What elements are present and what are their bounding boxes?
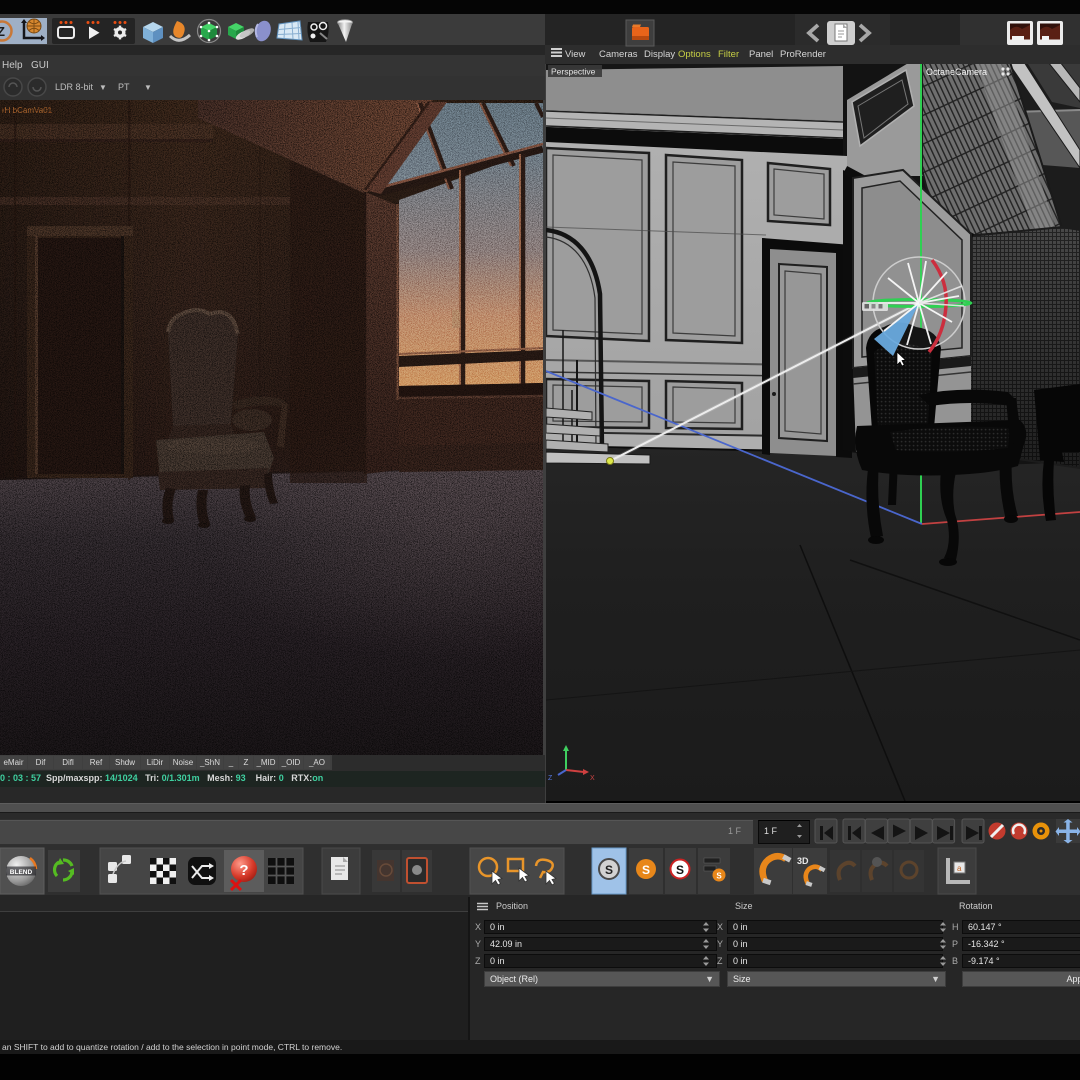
svg-text:Perspective: Perspective bbox=[551, 67, 596, 77]
svg-text:OctaneCamera: OctaneCamera bbox=[926, 67, 987, 77]
svg-text:X: X bbox=[590, 775, 595, 782]
svg-text:Z: Z bbox=[548, 775, 553, 782]
